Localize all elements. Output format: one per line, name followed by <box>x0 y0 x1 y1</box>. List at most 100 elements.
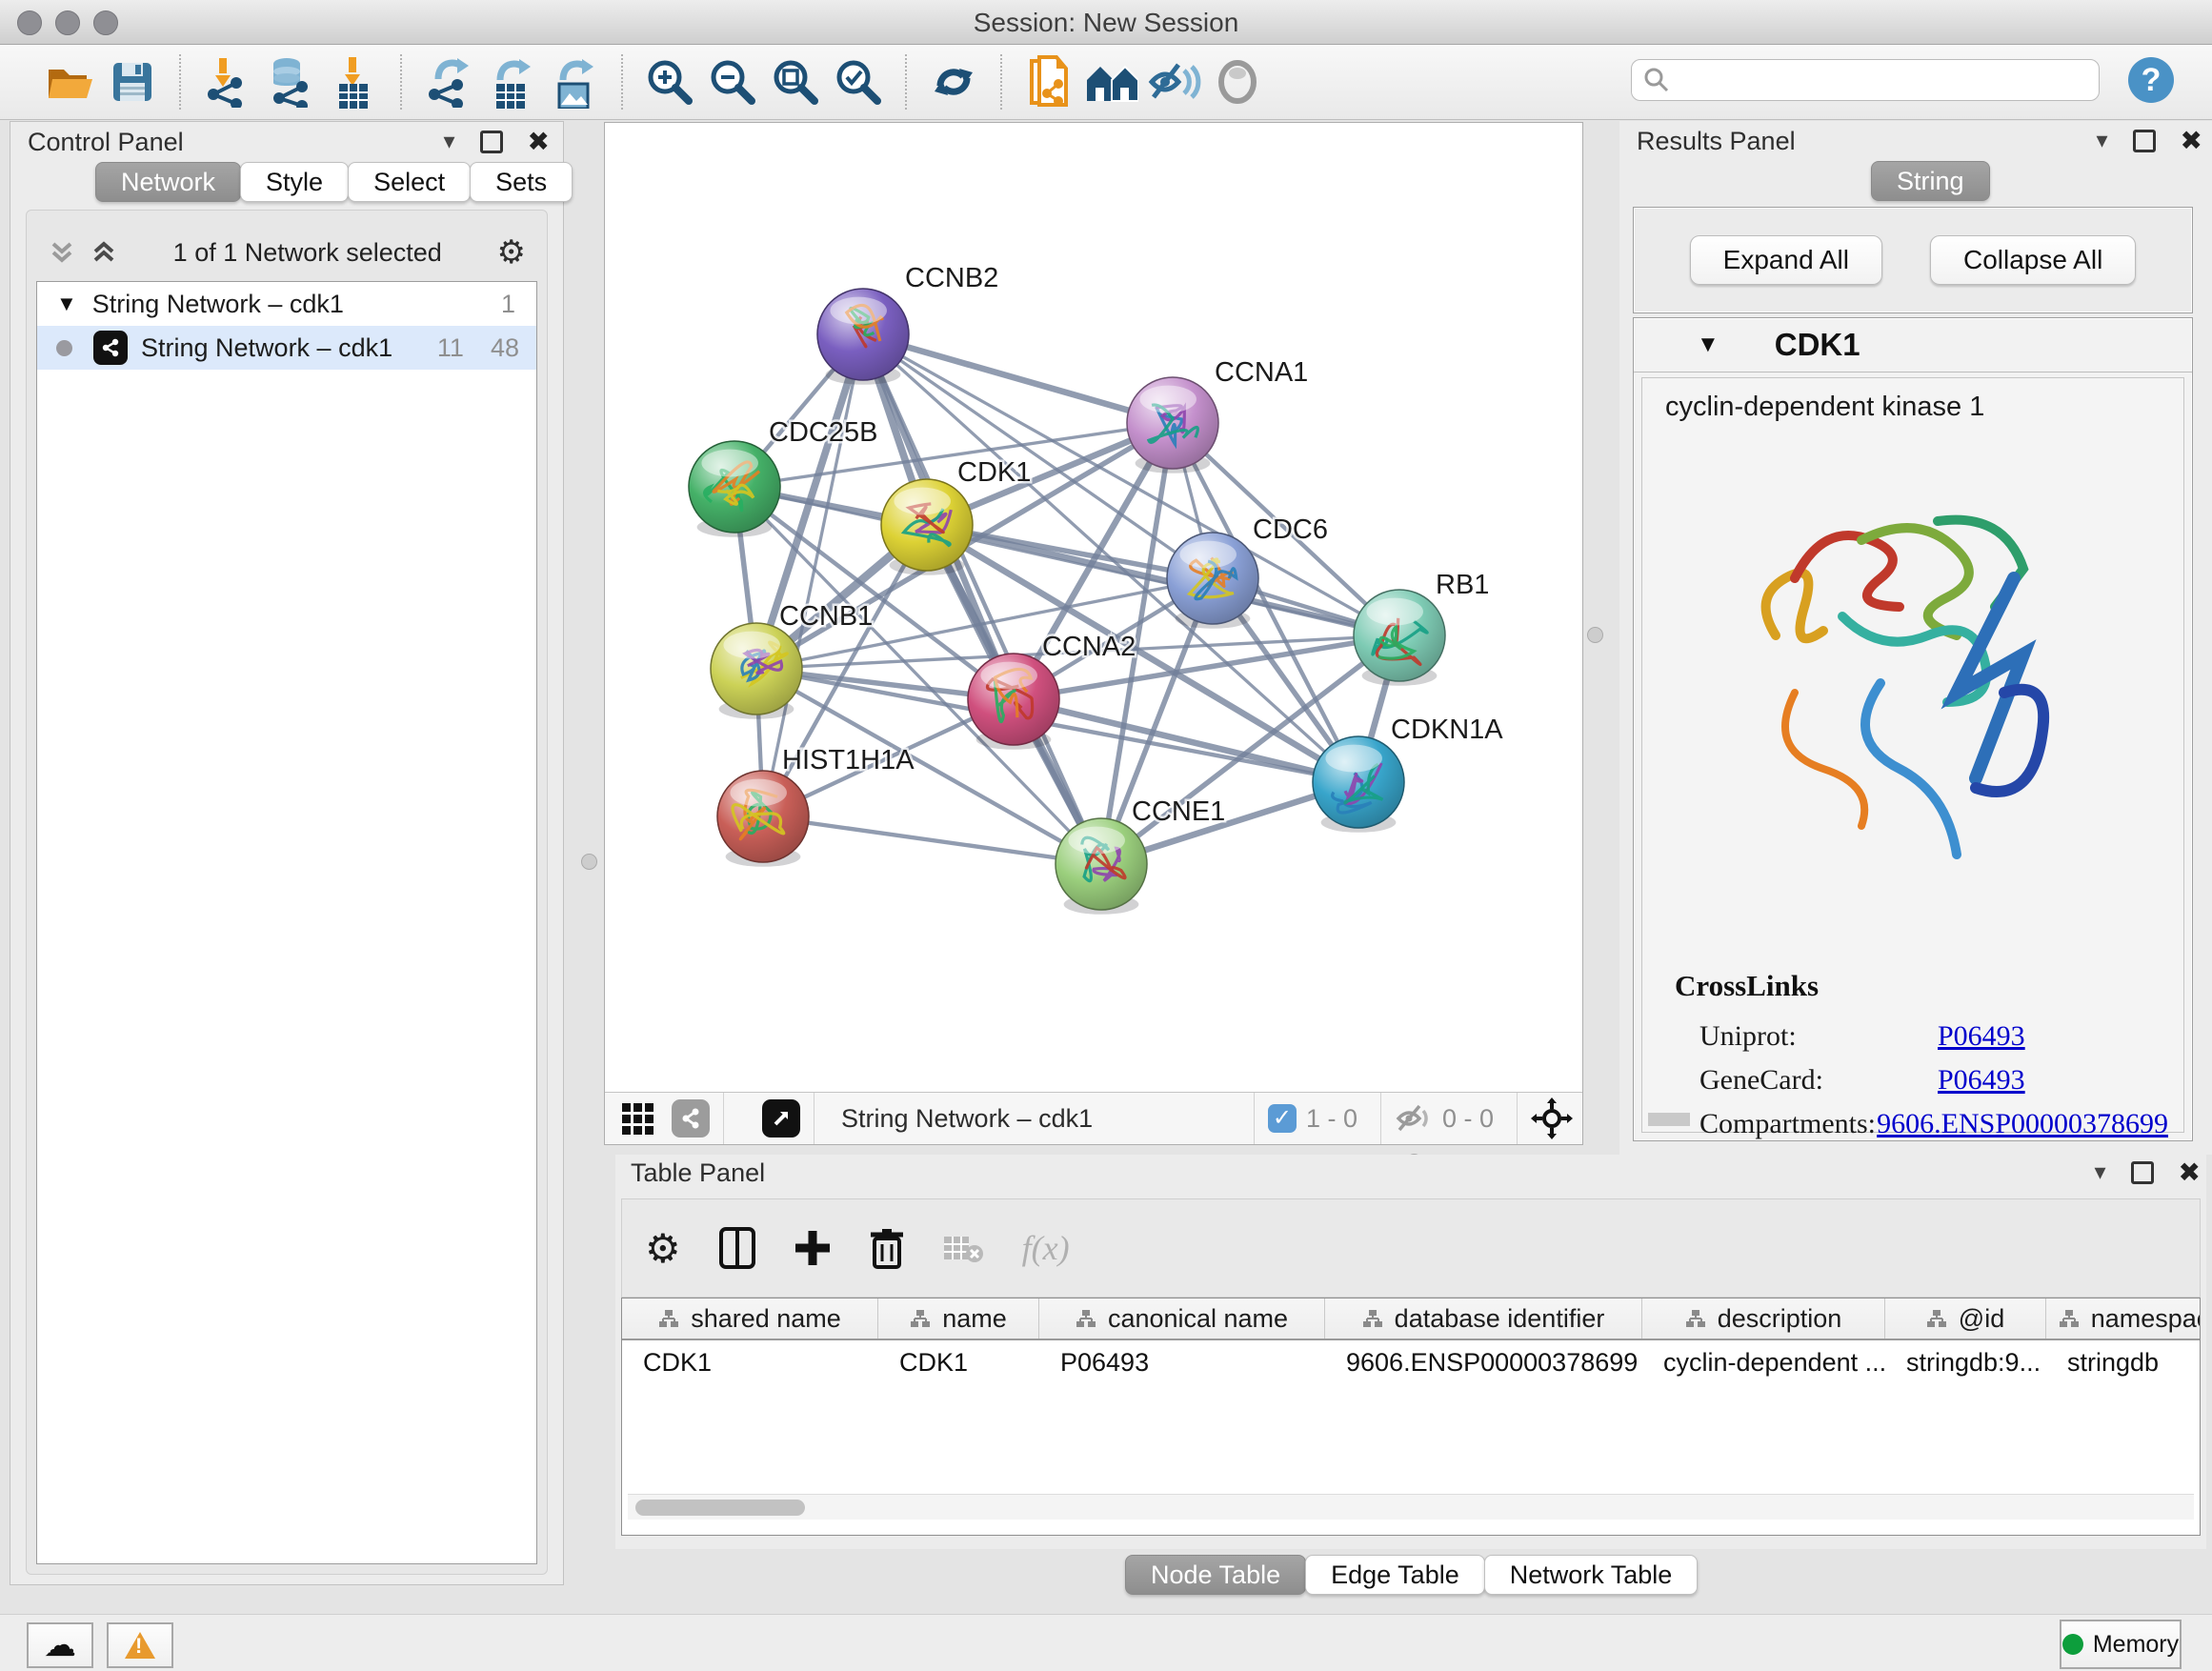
import-network-file-button[interactable] <box>201 55 254 109</box>
results-scroll-thumb[interactable] <box>1648 1113 1690 1126</box>
cloud-status-button[interactable]: ☁ <box>27 1622 93 1668</box>
column-header--id[interactable]: @id <box>1885 1299 2046 1339</box>
tab-network-table[interactable]: Network Table <box>1484 1555 1699 1595</box>
table-cell[interactable]: CDK1 <box>878 1340 1039 1384</box>
column-header-description[interactable]: description <box>1642 1299 1885 1339</box>
warnings-button[interactable] <box>107 1622 173 1668</box>
close-panel-icon[interactable]: ✖ <box>2179 1163 2201 1182</box>
cloud-icon: ☁ <box>44 1626 76 1664</box>
table-settings-gear-icon[interactable]: ⚙ <box>645 1225 681 1272</box>
column-header-namespace[interactable]: namespace <box>2046 1299 2201 1339</box>
network-graph-svg[interactable]: CCNB2CCNA1CDC25BCDK1CDC6RB1CCNB1CCNA2CDK… <box>605 123 1582 1093</box>
tab-sets[interactable]: Sets <box>470 162 573 202</box>
selected-nodes-checkbox[interactable]: ✓ <box>1268 1104 1297 1133</box>
collapse-all-networks-icon[interactable] <box>48 238 76 267</box>
first-neighbors-button[interactable] <box>1022 55 1076 109</box>
network-row[interactable]: String Network – cdk1 11 48 <box>37 326 536 370</box>
collection-caret-icon[interactable]: ▼ <box>56 292 77 316</box>
table-cell[interactable]: P06493 <box>1039 1340 1325 1384</box>
import-network-database-button[interactable] <box>264 55 317 109</box>
open-session-button[interactable] <box>43 55 96 109</box>
tab-edge-table[interactable]: Edge Table <box>1305 1555 1485 1595</box>
table-hscroll-thumb[interactable] <box>635 1500 805 1516</box>
expand-all-networks-icon[interactable] <box>90 238 118 267</box>
show-columns-icon[interactable] <box>719 1227 755 1269</box>
close-panel-icon[interactable]: ✖ <box>2181 131 2202 151</box>
expand-all-button[interactable]: Expand All <box>1690 235 1882 285</box>
tab-node-table[interactable]: Node Table <box>1125 1555 1306 1595</box>
delete-column-icon[interactable] <box>870 1227 904 1269</box>
show-graphics-details-button[interactable] <box>1211 55 1264 109</box>
node-rb1[interactable]: RB1 <box>1354 570 1489 686</box>
hidden-elements-icon[interactable] <box>1395 1103 1433 1134</box>
grid-view-icon[interactable] <box>620 1099 658 1137</box>
column-attribute-icon <box>2059 1308 2080 1329</box>
import-table-button[interactable] <box>327 55 380 109</box>
zoom-fit-button[interactable] <box>769 55 822 109</box>
edge-ccnb2-ccne1[interactable] <box>863 334 1101 864</box>
table-cell[interactable]: stringdb:9... <box>1885 1340 2046 1384</box>
node-cdk1[interactable]: CDK1 <box>881 457 1031 575</box>
import-table-icon <box>332 55 375 109</box>
crosslink-link[interactable]: P06493 <box>1938 1020 2025 1053</box>
column-header-shared-name[interactable]: shared name <box>622 1299 878 1339</box>
node-hist1h1a[interactable]: HIST1H1A <box>717 745 915 867</box>
open-navigator-icon[interactable] <box>762 1099 800 1137</box>
table-cell[interactable]: stringdb <box>2046 1340 2201 1384</box>
create-column-icon[interactable] <box>794 1229 832 1267</box>
close-panel-icon[interactable]: ✖ <box>528 132 550 151</box>
export-network-button[interactable] <box>422 55 475 109</box>
node-cdc25b[interactable]: CDC25B <box>689 417 877 537</box>
zoom-selected-button[interactable] <box>832 55 885 109</box>
right-splitter-handle[interactable] <box>1587 627 1603 643</box>
node-ccna1[interactable]: CCNA1 <box>1127 357 1308 473</box>
edge-ccnb2-ccna1[interactable] <box>863 334 1173 423</box>
tab-network[interactable]: Network <box>95 162 241 202</box>
float-panel-icon[interactable] <box>480 131 503 153</box>
tab-select[interactable]: Select <box>348 162 471 202</box>
edge-count: 48 <box>491 333 519 363</box>
column-header-name[interactable]: name <box>878 1299 1039 1339</box>
control-panel-tabs: Network Style Select Sets <box>96 162 573 202</box>
zoom-out-button[interactable] <box>706 55 759 109</box>
crosslink-link[interactable]: 9606.ENSP00000378699 <box>1877 1108 2168 1140</box>
zoom-in-button[interactable] <box>643 55 696 109</box>
column-header-canonical-name[interactable]: canonical name <box>1039 1299 1325 1339</box>
network-canvas[interactable]: CCNB2CCNA1CDC25BCDK1CDC6RB1CCNB1CCNA2CDK… <box>605 123 1582 1093</box>
edge-cdk1-rb1[interactable] <box>927 525 1399 635</box>
column-header-label: database identifier <box>1395 1304 1605 1334</box>
collapse-panel-icon[interactable]: ▾ <box>2096 127 2107 154</box>
table-cell[interactable]: 9606.ENSP00000378699 <box>1325 1340 1642 1384</box>
apply-layout-button[interactable] <box>927 55 980 109</box>
node-cdkn1a[interactable]: CDKN1A <box>1313 715 1503 833</box>
table-row[interactable]: CDK1CDK1P064939606.ENSP00000378699cyclin… <box>622 1340 2200 1384</box>
search-input[interactable] <box>1670 65 2074 96</box>
collapse-all-button[interactable]: Collapse All <box>1930 235 2136 285</box>
welcome-screen-button[interactable] <box>1085 55 1138 109</box>
network-collection-row[interactable]: ▼ String Network – cdk1 1 <box>37 282 536 326</box>
collapse-panel-icon[interactable]: ▾ <box>2094 1158 2105 1186</box>
fit-content-crosshair-icon[interactable] <box>1531 1097 1573 1139</box>
tab-style[interactable]: Style <box>240 162 349 202</box>
table-cell[interactable]: CDK1 <box>622 1340 878 1384</box>
network-share-icon[interactable] <box>672 1099 710 1137</box>
float-panel-icon[interactable] <box>2133 130 2156 152</box>
memory-button[interactable]: Memory <box>2060 1620 2182 1669</box>
save-session-button[interactable] <box>106 55 159 109</box>
edge-hist1h1a-ccne1[interactable] <box>763 816 1101 864</box>
table-cell[interactable]: cyclin-dependent ... <box>1642 1340 1885 1384</box>
float-panel-icon[interactable] <box>2131 1161 2154 1184</box>
export-image-button[interactable] <box>548 55 601 109</box>
tab-string[interactable]: String <box>1871 161 1990 201</box>
collapse-panel-icon[interactable]: ▾ <box>443 128 454 155</box>
export-table-button[interactable] <box>485 55 538 109</box>
hide-graphics-details-button[interactable] <box>1148 55 1201 109</box>
left-splitter-handle[interactable] <box>581 854 597 870</box>
help-button[interactable]: ? <box>2128 57 2174 103</box>
toolbar-divider <box>400 54 402 110</box>
gene-header[interactable]: ▼ CDK1 <box>1634 318 2192 372</box>
gene-caret-icon[interactable]: ▼ <box>1697 332 1719 358</box>
crosslink-link[interactable]: P06493 <box>1938 1064 2025 1097</box>
column-header-database-identifier[interactable]: database identifier <box>1325 1299 1642 1339</box>
network-options-gear-icon[interactable]: ⚙ <box>497 233 526 272</box>
